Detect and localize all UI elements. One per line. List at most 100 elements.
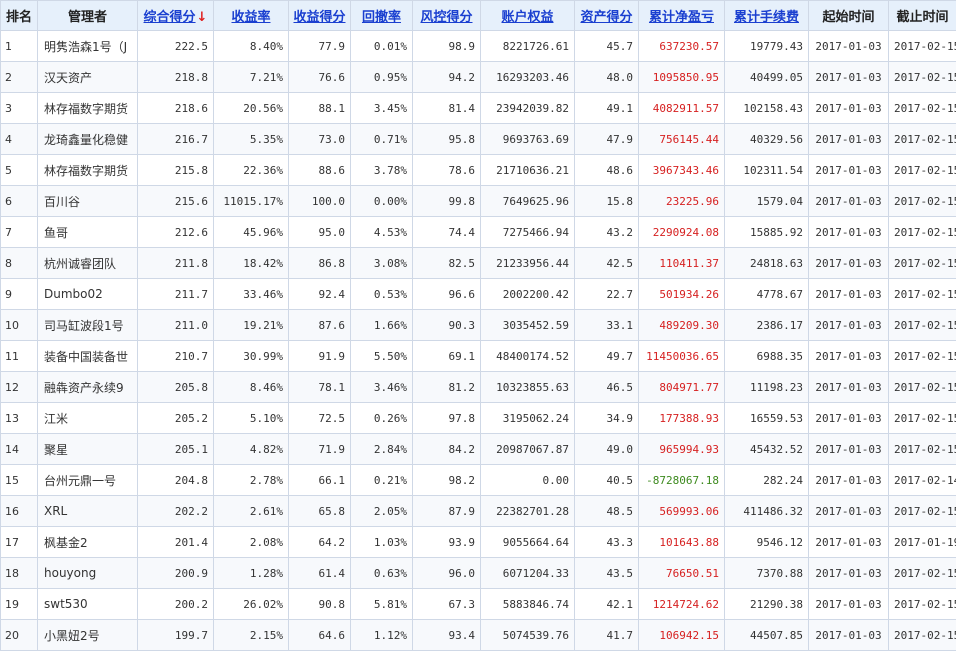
table-row: 18houyong200.91.28%61.40.63%96.06071204.…	[1, 558, 956, 589]
fees-cell: 102311.54	[725, 155, 809, 186]
return-score-cell: 71.9	[289, 434, 351, 465]
return-score-cell: 61.4	[289, 558, 351, 589]
return-score-cell: 100.0	[289, 186, 351, 217]
table-row: 9Dumbo02211.733.46%92.40.53%96.62002200.…	[1, 279, 956, 310]
sort-net-pnl-link[interactable]: 累计净盈亏	[649, 10, 714, 25]
risk-score-cell: 87.9	[413, 496, 481, 527]
risk-score-cell: 69.1	[413, 341, 481, 372]
risk-score-cell: 94.2	[413, 62, 481, 93]
header-net-pnl[interactable]: 累计净盈亏	[639, 1, 725, 31]
composite-cell: 218.8	[138, 62, 214, 93]
header-fees[interactable]: 累计手续费	[725, 1, 809, 31]
return-rate-cell: 4.82%	[214, 434, 289, 465]
manager-cell: swt530	[38, 589, 138, 620]
equity-cell: 48400174.52	[481, 341, 575, 372]
return-score-cell: 91.9	[289, 341, 351, 372]
table-row: 12融犇资产永续9205.88.46%78.13.46%81.210323855…	[1, 372, 956, 403]
return-rate-cell: 8.40%	[214, 31, 289, 62]
sort-composite-link[interactable]: 综合得分	[144, 10, 196, 25]
drawdown-cell: 3.08%	[351, 248, 413, 279]
header-return-rate[interactable]: 收益率	[214, 1, 289, 31]
equity-cell: 20987067.87	[481, 434, 575, 465]
drawdown-cell: 3.46%	[351, 372, 413, 403]
start-cell: 2017-01-03	[809, 31, 889, 62]
equity-cell: 16293203.46	[481, 62, 575, 93]
start-cell: 2017-01-03	[809, 372, 889, 403]
risk-score-cell: 95.8	[413, 124, 481, 155]
return-score-cell: 77.9	[289, 31, 351, 62]
end-cell: 2017-02-15	[889, 341, 956, 372]
table-row: 5林存福数字期货215.822.36%88.63.78%78.621710636…	[1, 155, 956, 186]
return-rate-cell: 30.99%	[214, 341, 289, 372]
rank-cell: 18	[1, 558, 38, 589]
start-cell: 2017-01-03	[809, 403, 889, 434]
asset-score-cell: 48.0	[575, 62, 639, 93]
end-cell: 2017-02-15	[889, 589, 956, 620]
return-rate-cell: 18.42%	[214, 248, 289, 279]
asset-score-cell: 48.5	[575, 496, 639, 527]
manager-cell: 鱼哥	[38, 217, 138, 248]
net-pnl-cell: 2290924.08	[639, 217, 725, 248]
sort-return-rate-link[interactable]: 收益率	[231, 10, 270, 25]
equity-cell: 22382701.28	[481, 496, 575, 527]
risk-score-cell: 67.3	[413, 589, 481, 620]
rank-cell: 17	[1, 527, 38, 558]
return-score-cell: 95.0	[289, 217, 351, 248]
start-cell: 2017-01-03	[809, 527, 889, 558]
fees-cell: 11198.23	[725, 372, 809, 403]
header-composite[interactable]: 综合得分↓	[138, 1, 214, 31]
return-score-cell: 76.6	[289, 62, 351, 93]
start-cell: 2017-01-03	[809, 248, 889, 279]
end-cell: 2017-02-15	[889, 310, 956, 341]
header-equity[interactable]: 账户权益	[481, 1, 575, 31]
asset-score-cell: 41.7	[575, 620, 639, 651]
sort-equity-link[interactable]: 账户权益	[501, 10, 553, 25]
drawdown-cell: 5.81%	[351, 589, 413, 620]
fees-cell: 411486.32	[725, 496, 809, 527]
rank-cell: 19	[1, 589, 38, 620]
header-start: 起始时间	[809, 1, 889, 31]
sort-return-score-link[interactable]: 收益得分	[293, 10, 345, 25]
asset-score-cell: 15.8	[575, 186, 639, 217]
sort-drawdown-link[interactable]: 回撤率	[362, 10, 401, 25]
drawdown-cell: 0.53%	[351, 279, 413, 310]
equity-cell: 10323855.63	[481, 372, 575, 403]
end-cell: 2017-02-15	[889, 93, 956, 124]
header-asset-score[interactable]: 资产得分	[575, 1, 639, 31]
header-drawdown[interactable]: 回撤率	[351, 1, 413, 31]
start-cell: 2017-01-03	[809, 341, 889, 372]
start-cell: 2017-01-03	[809, 465, 889, 496]
rank-cell: 11	[1, 341, 38, 372]
drawdown-cell: 0.71%	[351, 124, 413, 155]
start-cell: 2017-01-03	[809, 589, 889, 620]
drawdown-cell: 0.00%	[351, 186, 413, 217]
end-cell: 2017-02-15	[889, 62, 956, 93]
net-pnl-cell: 177388.93	[639, 403, 725, 434]
composite-cell: 222.5	[138, 31, 214, 62]
header-return-score[interactable]: 收益得分	[289, 1, 351, 31]
drawdown-cell: 3.78%	[351, 155, 413, 186]
sort-asset-score-link[interactable]: 资产得分	[580, 10, 632, 25]
header-risk-score[interactable]: 风控得分	[413, 1, 481, 31]
composite-cell: 199.7	[138, 620, 214, 651]
rank-cell: 10	[1, 310, 38, 341]
sort-fees-link[interactable]: 累计手续费	[734, 10, 799, 25]
sort-risk-score-link[interactable]: 风控得分	[420, 10, 472, 25]
rank-cell: 8	[1, 248, 38, 279]
table-row: 17枫基金2201.42.08%64.21.03%93.99055664.644…	[1, 527, 956, 558]
end-cell: 2017-02-15	[889, 124, 956, 155]
asset-score-cell: 40.5	[575, 465, 639, 496]
composite-cell: 218.6	[138, 93, 214, 124]
return-rate-cell: 2.78%	[214, 465, 289, 496]
table-row: 2汉天资产218.87.21%76.60.95%94.216293203.464…	[1, 62, 956, 93]
rank-cell: 7	[1, 217, 38, 248]
composite-cell: 210.7	[138, 341, 214, 372]
manager-cell: 融犇资产永续9	[38, 372, 138, 403]
table-row: 6百川谷215.611015.17%100.00.00%99.87649625.…	[1, 186, 956, 217]
end-cell: 2017-02-15	[889, 620, 956, 651]
start-cell: 2017-01-03	[809, 279, 889, 310]
end-cell: 2017-02-15	[889, 31, 956, 62]
return-score-cell: 72.5	[289, 403, 351, 434]
return-score-cell: 87.6	[289, 310, 351, 341]
fees-cell: 15885.92	[725, 217, 809, 248]
